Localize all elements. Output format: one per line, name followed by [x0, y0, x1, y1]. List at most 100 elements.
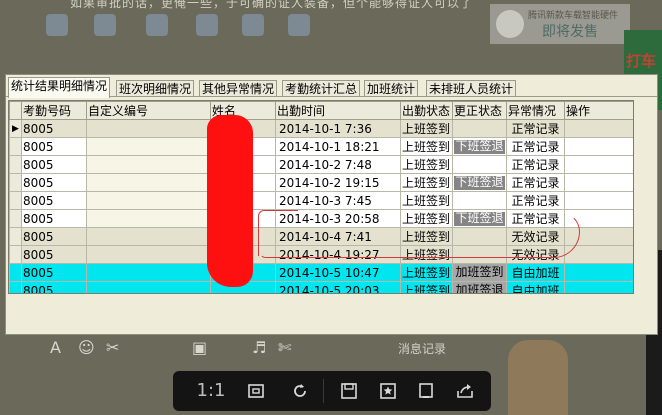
cell-corrected-status[interactable] [452, 155, 507, 174]
cell-id[interactable]: 8005 [21, 155, 87, 174]
folder-icon [146, 14, 168, 36]
column-header[interactable]: 出勤状态 [400, 101, 453, 120]
cell-exception[interactable]: 正常记录 [506, 155, 565, 174]
column-header[interactable]: 更正状态 [452, 101, 507, 120]
cell-custom-id[interactable] [86, 191, 211, 210]
cell-id[interactable]: 8005 [21, 209, 87, 228]
window-icon [242, 14, 264, 36]
actual-size-button[interactable]: 1:1 [195, 379, 227, 403]
cell-custom-id[interactable] [86, 209, 211, 228]
tab-unscheduled-staff[interactable]: 未排班人员统计 [426, 80, 517, 97]
ad-title: 即将发售 [542, 24, 598, 40]
cell-custom-id[interactable] [86, 227, 211, 246]
cell-status[interactable]: 上班签到 [400, 155, 453, 174]
tab-other-exceptions[interactable]: 其他异常情况 [199, 80, 278, 97]
table-row[interactable]: ▶ 8005 2014-10-1 7:36 上班签到 正常记录 [9, 119, 633, 138]
tab-strip: 统计结果明细情况 班次明细情况 其他异常情况 考勤统计汇总 加班统计 未排班人员… [6, 77, 657, 98]
tab-overtime-stats[interactable]: 加班统计 [364, 80, 419, 97]
cell-status[interactable]: 上班签到 [400, 119, 453, 138]
column-header[interactable]: 考勤号码 [21, 101, 87, 120]
tab-attendance-summary[interactable]: 考勤统计汇总 [282, 80, 361, 97]
tab-result-details[interactable]: 统计结果明细情况 [8, 77, 111, 98]
cell-status[interactable]: 上班签到 [400, 263, 453, 282]
cell-corrected-status[interactable]: 下班签退 [452, 173, 507, 192]
scissors-icon: ✄ [278, 338, 292, 357]
cell-custom-id[interactable] [86, 119, 211, 138]
cell-status[interactable]: 上班签到 [400, 281, 453, 293]
column-header[interactable]: 操作 [564, 101, 633, 120]
cell-id[interactable]: 8005 [21, 245, 87, 264]
cell-time[interactable]: 2014-10-3 7:45 [275, 191, 401, 210]
attendance-table: 考勤号码 自定义编号 姓名 出勤时间 出勤状态 更正状态 异常情况 操作 ▶ 8… [9, 101, 633, 293]
cell-custom-id[interactable] [86, 137, 211, 156]
cell-time[interactable]: 2014-10-5 10:47 [275, 263, 401, 282]
cell-time[interactable]: 2014-10-1 18:21 [275, 137, 401, 156]
cell-operation[interactable] [564, 191, 633, 210]
cell-operation[interactable] [564, 281, 633, 293]
music-icon: ♬ [252, 338, 267, 357]
image-icon: ▣ [192, 338, 208, 357]
annotation-circle [260, 212, 580, 258]
cell-status[interactable]: 上班签到 [400, 173, 453, 192]
voice-icon [46, 14, 68, 36]
fit-screen-icon[interactable] [243, 379, 269, 403]
share-icon[interactable] [452, 379, 478, 403]
column-header[interactable]: 自定义编号 [86, 101, 211, 120]
cell-custom-id[interactable] [86, 281, 211, 293]
rotate-icon[interactable] [287, 379, 313, 403]
cell-id[interactable]: 8005 [21, 281, 87, 293]
tab-shift-details[interactable]: 班次明细情况 [116, 80, 195, 97]
cell-status[interactable]: 上班签到 [400, 137, 453, 156]
cell-id[interactable]: 8005 [21, 137, 87, 156]
cell-exception[interactable]: 自由加班 [506, 281, 565, 293]
favorite-icon[interactable] [375, 379, 401, 403]
cell-id[interactable]: 8005 [21, 173, 87, 192]
column-header[interactable]: 异常情况 [506, 101, 565, 120]
cell-corrected-status[interactable] [452, 191, 507, 210]
table-row[interactable]: 8005 2014-10-5 20:03 上班签到 加班签退 自由加班 [9, 281, 633, 293]
cell-exception[interactable]: 正常记录 [506, 119, 565, 138]
cell-id[interactable]: 8005 [21, 227, 87, 246]
save-icon[interactable] [336, 379, 362, 403]
cell-custom-id[interactable] [86, 245, 211, 264]
cell-time[interactable]: 2014-10-2 7:48 [275, 155, 401, 174]
cell-operation[interactable] [564, 173, 633, 192]
cell-operation[interactable] [564, 119, 633, 138]
cell-exception[interactable]: 正常记录 [506, 137, 565, 156]
cell-id[interactable]: 8005 [21, 263, 87, 282]
table-row[interactable]: 8005 2014-10-1 18:21 上班签到 下班签退 正常记录 [9, 137, 633, 156]
cell-corrected-status[interactable] [452, 119, 507, 138]
cell-operation[interactable] [564, 137, 633, 156]
cell-time[interactable]: 2014-10-5 20:03 [275, 281, 401, 293]
cell-operation[interactable] [564, 245, 633, 264]
cell-exception[interactable]: 正常记录 [506, 191, 565, 210]
cell-exception[interactable]: 自由加班 [506, 263, 565, 282]
cell-id[interactable]: 8005 [21, 191, 87, 210]
fullscreen-icon[interactable] [413, 379, 439, 403]
cell-corrected-status[interactable]: 下班签退 [452, 137, 507, 156]
corrected-status-label: 下班签退 [454, 174, 505, 190]
row-indicator-icon [9, 263, 22, 282]
table-row[interactable]: 8005 2014-10-2 19:15 上班签到 下班签退 正常记录 [9, 173, 633, 192]
cell-time[interactable]: 2014-10-2 19:15 [275, 173, 401, 192]
cell-custom-id[interactable] [86, 263, 211, 282]
row-indicator-icon [9, 209, 22, 228]
table-row[interactable]: 8005 2014-10-5 10:47 上班签到 加班签到 自由加班 [9, 263, 633, 282]
column-header[interactable]: 出勤时间 [275, 101, 401, 120]
cell-id[interactable]: 8005 [21, 119, 87, 138]
cell-corrected-status[interactable]: 加班签到 [452, 263, 507, 282]
attendance-report-dialog: 统计结果明细情况 班次明细情况 其他异常情况 考勤统计汇总 加班统计 未排班人员… [5, 74, 658, 335]
cell-exception[interactable]: 正常记录 [506, 173, 565, 192]
table-row[interactable]: 8005 2014-10-2 7:48 上班签到 正常记录 [9, 155, 633, 174]
cell-operation[interactable] [564, 263, 633, 282]
cell-custom-id[interactable] [86, 173, 211, 192]
corrected-status-label: 下班签退 [454, 138, 505, 154]
cell-custom-id[interactable] [86, 155, 211, 174]
cell-operation[interactable] [564, 155, 633, 174]
table-row[interactable]: 8005 2014-10-3 7:45 上班签到 正常记录 [9, 191, 633, 210]
cell-status[interactable]: 上班签到 [400, 191, 453, 210]
header-indicator [9, 101, 22, 120]
cell-time[interactable]: 2014-10-1 7:36 [275, 119, 401, 138]
attendance-grid[interactable]: 考勤号码 自定义编号 姓名 出勤时间 出勤状态 更正状态 异常情况 操作 ▶ 8… [8, 100, 634, 294]
cell-corrected-status[interactable]: 加班签退 [452, 281, 507, 293]
